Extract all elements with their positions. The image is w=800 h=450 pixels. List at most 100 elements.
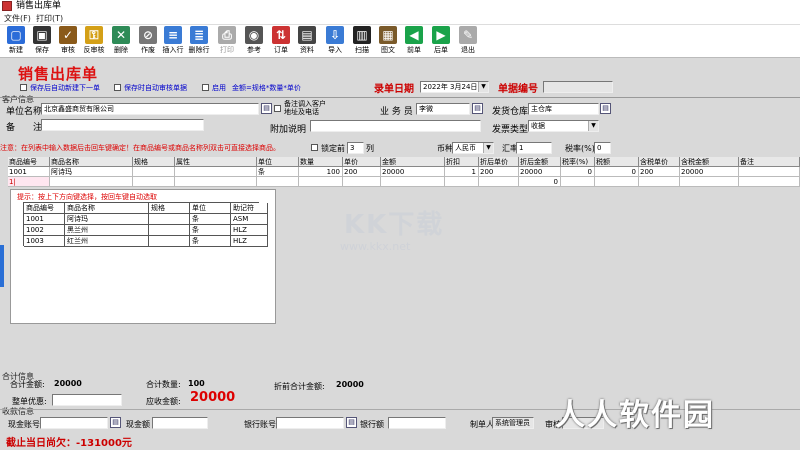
grid-cell[interactable]	[133, 167, 175, 177]
grid-col-header[interactable]: 备注	[739, 157, 800, 167]
grid-col-header[interactable]: 税率(%)	[561, 157, 595, 167]
date-picker[interactable]: 2022年 3月24日 ▼	[420, 81, 489, 93]
toolbar-button-17[interactable]: ✎ 退出	[455, 26, 481, 57]
grid-cell[interactable]: 1|	[8, 177, 50, 187]
grid-col-header[interactable]: 折后单价	[479, 157, 519, 167]
date-label: 录单日期	[374, 84, 414, 95]
grid-cell[interactable]	[595, 177, 639, 187]
grid-cell[interactable]	[680, 177, 739, 187]
popup-cell[interactable]: 1001	[24, 214, 65, 225]
grid-cell[interactable]	[133, 177, 175, 187]
grid-cell[interactable]: 0	[519, 177, 561, 187]
popup-cell[interactable]	[149, 225, 190, 236]
popup-cell[interactable]: 红兰州	[65, 236, 149, 247]
grid-cell[interactable]	[739, 167, 800, 177]
grid-col-header[interactable]: 含税金额	[680, 157, 739, 167]
popup-cell[interactable]	[149, 214, 190, 225]
popup-cell[interactable]: 黑兰州	[65, 225, 149, 236]
lock-columns-checkbox[interactable]	[311, 144, 318, 151]
grid-cell[interactable]	[299, 177, 343, 187]
grid-cell[interactable]	[257, 177, 299, 187]
grid-col-header[interactable]: 含税单价	[639, 157, 680, 167]
popup-cell[interactable]: 条	[190, 214, 231, 225]
grid-cell[interactable]	[445, 177, 479, 187]
popup-cell[interactable]: 条	[190, 236, 231, 247]
menu-print[interactable]: 打印(T)	[36, 13, 63, 25]
lock-columns-input[interactable]: 3	[347, 142, 364, 154]
grid-cell[interactable]	[50, 177, 133, 187]
salesman-picker-icon[interactable]: ▤	[472, 103, 483, 114]
grid-cell[interactable]: 20000	[519, 167, 561, 177]
side-tab[interactable]	[0, 245, 4, 287]
grid-cell[interactable]: 1001	[8, 167, 50, 177]
popup-cell[interactable]: 1003	[24, 236, 65, 247]
tax-rate-input[interactable]: 0	[594, 142, 611, 154]
bank-amount-field[interactable]	[388, 417, 446, 429]
grid-cell[interactable]	[175, 167, 257, 177]
warehouse-field[interactable]: 主仓库	[528, 103, 599, 115]
grid-col-header[interactable]: 商品名称	[50, 157, 133, 167]
cash-account-field[interactable]	[40, 417, 108, 429]
invoice-type-select[interactable]: 收据 ▼	[528, 120, 599, 132]
popup-cell[interactable]: HLZ	[231, 236, 268, 247]
bank-account-picker-icon[interactable]: ▤	[346, 417, 357, 428]
docno-field[interactable]	[543, 81, 613, 93]
auto-addr-checkbox[interactable]	[274, 105, 281, 112]
product-lookup-table[interactable]: 商品编号 商品名称 规格 单位 助记符 1001 阿诗玛条 ASM 1002 黑兰州条 HLZ 100…	[23, 202, 268, 247]
autonew-checkbox[interactable]	[20, 84, 27, 91]
grid-cell[interactable]: 阿诗玛	[50, 167, 133, 177]
grid-cell[interactable]: 20000	[680, 167, 739, 177]
bank-account-field[interactable]	[276, 417, 344, 429]
rate-input[interactable]: 1	[516, 142, 552, 154]
grid-cell[interactable]	[175, 177, 257, 187]
unit-name-field[interactable]: 北京鑫盛商贸有限公司	[41, 103, 259, 115]
grid-cell[interactable]: 200	[639, 167, 680, 177]
grid-col-header[interactable]: 属性	[175, 157, 257, 167]
grid-cell[interactable]: 20000	[381, 167, 445, 177]
warehouse-picker-icon[interactable]: ▤	[600, 103, 611, 114]
cash-account-picker-icon[interactable]: ▤	[110, 417, 121, 428]
detail-grid[interactable]: 商品编号 商品名称 规格 属性 单位 数量 单价 金额 折扣 折后单价 折后金额 税率(%) 税额 含税单…	[8, 157, 800, 187]
grid-cell[interactable]: 1	[445, 167, 479, 177]
salesman-field[interactable]: 李微	[416, 103, 470, 115]
grid-col-header[interactable]: 折后金额	[519, 157, 561, 167]
grid-cell[interactable]	[479, 177, 519, 187]
grid-cell[interactable]: 条	[257, 167, 299, 177]
remark-field[interactable]	[41, 119, 204, 131]
grid-cell[interactable]	[381, 177, 445, 187]
grid-col-header[interactable]: 单价	[343, 157, 381, 167]
unit-picker-icon[interactable]: ▤	[261, 103, 272, 114]
grid-col-header[interactable]: 商品编号	[8, 157, 50, 167]
currency-select[interactable]: 人民币 ▼	[452, 142, 494, 154]
grid-cell[interactable]: 0	[561, 167, 595, 177]
autonew-label: 保存后自动新建下一单	[30, 84, 100, 92]
product-lookup-popup[interactable]: 提示：按上下方向键选择，按回车键自动选取 商品编号 商品名称 规格 单位 助记符 1001…	[10, 189, 276, 324]
currency-label: 币种	[437, 144, 453, 153]
grid-col-header[interactable]: 数量	[299, 157, 343, 167]
popup-cell[interactable]: 阿诗玛	[65, 214, 149, 225]
grid-cell[interactable]: 0	[595, 167, 639, 177]
grid-col-header[interactable]: 规格	[133, 157, 175, 167]
grid-cell[interactable]: 100	[299, 167, 343, 177]
cash-amount-field[interactable]	[152, 417, 208, 429]
whole-discount-input[interactable]	[52, 394, 122, 406]
grid-cell[interactable]	[561, 177, 595, 187]
grid-col-header[interactable]: 折扣	[445, 157, 479, 167]
popup-cell[interactable]: 条	[190, 225, 231, 236]
grid-cell[interactable]	[343, 177, 381, 187]
autoaudit-checkbox[interactable]	[114, 84, 121, 91]
grid-cell[interactable]	[639, 177, 680, 187]
grid-cell[interactable]: 200	[343, 167, 381, 177]
enable-formula-checkbox[interactable]	[202, 84, 209, 91]
extra-note-field[interactable]	[310, 120, 481, 132]
popup-cell[interactable]: ASM	[231, 214, 268, 225]
grid-cell[interactable]	[739, 177, 800, 187]
popup-cell[interactable]: HLZ	[231, 225, 268, 236]
grid-col-header[interactable]: 金额	[381, 157, 445, 167]
menu-file[interactable]: 文件(F)	[4, 13, 31, 25]
popup-cell[interactable]: 1002	[24, 225, 65, 236]
grid-cell[interactable]: 200	[479, 167, 519, 177]
popup-cell[interactable]	[149, 236, 190, 247]
grid-col-header[interactable]: 税额	[595, 157, 639, 167]
grid-col-header[interactable]: 单位	[257, 157, 299, 167]
